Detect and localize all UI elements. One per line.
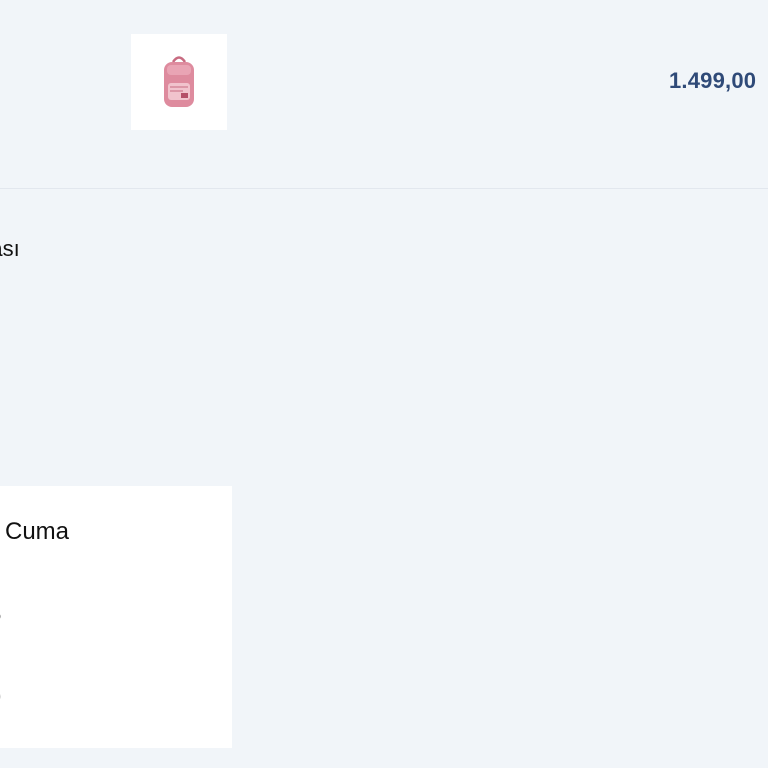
backpack-icon — [164, 56, 194, 107]
product-name[interactable]: ntası — [0, 236, 20, 262]
detail-line-2: 5 — [0, 601, 1, 629]
divider — [0, 188, 768, 189]
delivery-day: Cuma — [5, 518, 70, 545]
detail-line-3: 660 — [0, 684, 1, 712]
delivery-info-card: Cuma 5 660 — [0, 486, 232, 748]
product-price: 1.499,00 — [669, 68, 757, 93]
product-image[interactable] — [131, 34, 227, 130]
order-summary-page: 1.499,00 ntası Cuma 5 660 — [0, 0, 768, 768]
